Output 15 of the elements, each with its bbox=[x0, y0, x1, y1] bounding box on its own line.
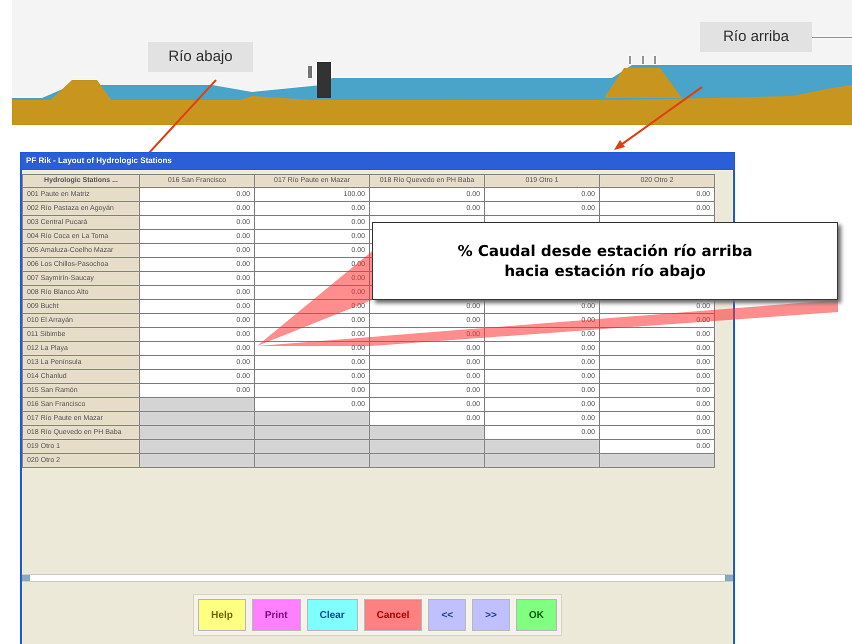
dialog-button[interactable]: Print bbox=[252, 599, 301, 631]
dialog-button[interactable]: OK bbox=[516, 599, 557, 631]
diagram-label: Río abajo bbox=[148, 42, 253, 72]
scroll-right-icon[interactable] bbox=[725, 575, 733, 581]
dialog-button[interactable]: Help bbox=[198, 599, 246, 631]
dialog-button[interactable]: >> bbox=[472, 599, 510, 631]
window-title: PF Rik - Layout of Hydrologic Stations bbox=[26, 155, 172, 167]
diagram-label: Río arriba bbox=[700, 22, 812, 52]
dialog-button[interactable]: << bbox=[428, 599, 466, 631]
scroll-left-icon[interactable] bbox=[22, 575, 30, 581]
dialog-button[interactable]: Clear bbox=[306, 599, 358, 631]
leader-line bbox=[812, 37, 852, 38]
callout-text: hacia estación río abajo bbox=[504, 261, 706, 281]
callout-text: % Caudal desde estación río arriba bbox=[458, 241, 752, 261]
horizontal-scrollbar[interactable] bbox=[22, 574, 733, 582]
